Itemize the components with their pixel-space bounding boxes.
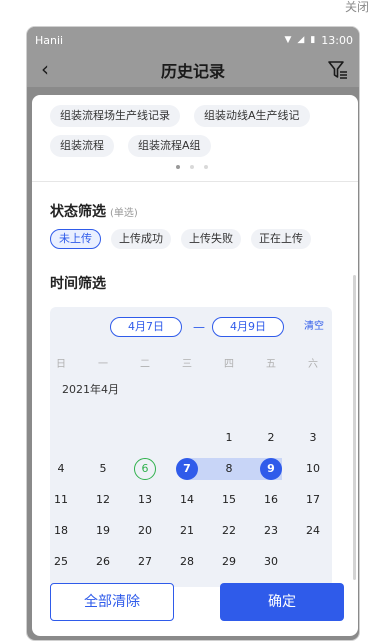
calendar-day[interactable]: 14 [176,489,198,511]
filter-icon[interactable] [327,59,349,81]
calendar-day[interactable]: 20 [134,520,156,542]
weekday-label: 一 [98,359,108,370]
line-chip[interactable]: 组装流程场生产线记录 [50,105,180,127]
weekday-label: 日 [56,359,66,370]
status-chip-upload-failed[interactable]: 上传失败 [181,229,241,249]
start-date-pill[interactable]: 4月7日 [110,317,182,337]
weekday-label: 二 [140,359,150,370]
calendar-day[interactable]: 4 [50,458,72,480]
calendar-day[interactable]: 17 [302,489,324,511]
page-dot [204,165,208,169]
nav-bar: ‹ 历史记录 [27,53,359,87]
calendar-day[interactable]: 18 [50,520,72,542]
battery-icon: ▮ [310,35,316,45]
calendar-day[interactable]: 26 [92,551,114,573]
calendar-day[interactable]: 15 [218,489,240,511]
time-filter-title: 时间筛选 [50,276,106,292]
calendar: 4月7日 — 4月9日 清空 2021年4月 日一二三四五六1234567891… [50,307,332,587]
divider [32,181,358,182]
page-dot [190,165,194,169]
calendar-day[interactable]: 5 [92,458,114,480]
status-filter-title: 状态筛选 (单选) [50,201,138,221]
line-chip[interactable]: 组装动线A生产线记 [194,105,310,127]
status-chip-uploading[interactable]: 正在上传 [251,229,311,249]
calendar-day[interactable]: 6 [134,458,156,480]
calendar-day[interactable]: 21 [176,520,198,542]
scrollbar[interactable] [353,275,356,580]
calendar-day[interactable]: 3 [302,427,324,449]
back-icon[interactable]: ‹ [41,58,65,82]
calendar-day[interactable]: 25 [50,551,72,573]
status-chip-row: 未上传 上传成功 上传失败 正在上传 [50,229,311,249]
phone-frame: Hanii ▼ ◢ ▮ 13:00 ‹ 历史记录 组装流程场生产线记录 组装动线… [27,27,359,640]
carrier-label: Hanii [35,33,64,47]
calendar-day[interactable]: 22 [218,520,240,542]
end-date-pill[interactable]: 4月9日 [212,317,284,337]
line-chip-row-2: 组装流程 组装流程A组 [50,135,211,157]
weekday-label: 三 [182,359,192,370]
range-separator: — [193,320,205,334]
status-bar: Hanii ▼ ◢ ▮ 13:00 [27,27,359,53]
calendar-day[interactable]: 7 [176,458,198,480]
wifi-icon: ▼ [284,35,292,45]
calendar-day[interactable]: 28 [176,551,198,573]
calendar-day[interactable]: 19 [92,520,114,542]
page-indicator [176,165,208,169]
calendar-day[interactable]: 9 [260,458,282,480]
calendar-day[interactable]: 1 [218,427,240,449]
filter-sheet: 组装流程场生产线记录 组装动线A生产线记 组装流程 组装流程A组 状态筛选 (单选… [32,95,358,636]
weekday-label: 六 [308,359,318,370]
calendar-day[interactable]: 8 [218,458,240,480]
calendar-day[interactable]: 2 [260,427,282,449]
line-chip[interactable]: 组装流程 [50,135,114,157]
confirm-button[interactable]: 确定 [220,583,344,621]
close-link[interactable]: 关闭 [345,0,369,14]
month-label: 2021年4月 [62,383,119,396]
status-chip-not-uploaded[interactable]: 未上传 [50,229,101,249]
clear-range-link[interactable]: 清空 [304,317,324,337]
line-chip-row-1: 组装流程场生产线记录 组装动线A生产线记 [50,105,310,127]
signal-icon: ◢ [297,35,305,45]
action-row: 全部清除 确定 [50,583,346,623]
calendar-day[interactable]: 13 [134,489,156,511]
calendar-day[interactable]: 10 [302,458,324,480]
calendar-day[interactable]: 29 [218,551,240,573]
line-chip[interactable]: 组装流程A组 [128,135,211,157]
calendar-day[interactable]: 12 [92,489,114,511]
status-chip-upload-success[interactable]: 上传成功 [111,229,171,249]
calendar-day[interactable]: 23 [260,520,282,542]
status-filter-label: 状态筛选 [50,204,106,220]
calendar-day[interactable]: 16 [260,489,282,511]
date-range-row: 4月7日 — 4月9日 清空 [50,317,332,339]
calendar-day[interactable]: 30 [260,551,282,573]
weekday-label: 四 [224,359,234,370]
calendar-day[interactable]: 24 [302,520,324,542]
calendar-day[interactable]: 11 [50,489,72,511]
status-filter-hint: (单选) [110,208,138,219]
clock: 13:00 [321,33,353,47]
calendar-day[interactable]: 27 [134,551,156,573]
page-dot [176,165,180,169]
clear-all-button[interactable]: 全部清除 [50,583,174,621]
page-title: 历史记录 [160,62,225,81]
weekday-label: 五 [266,359,276,370]
